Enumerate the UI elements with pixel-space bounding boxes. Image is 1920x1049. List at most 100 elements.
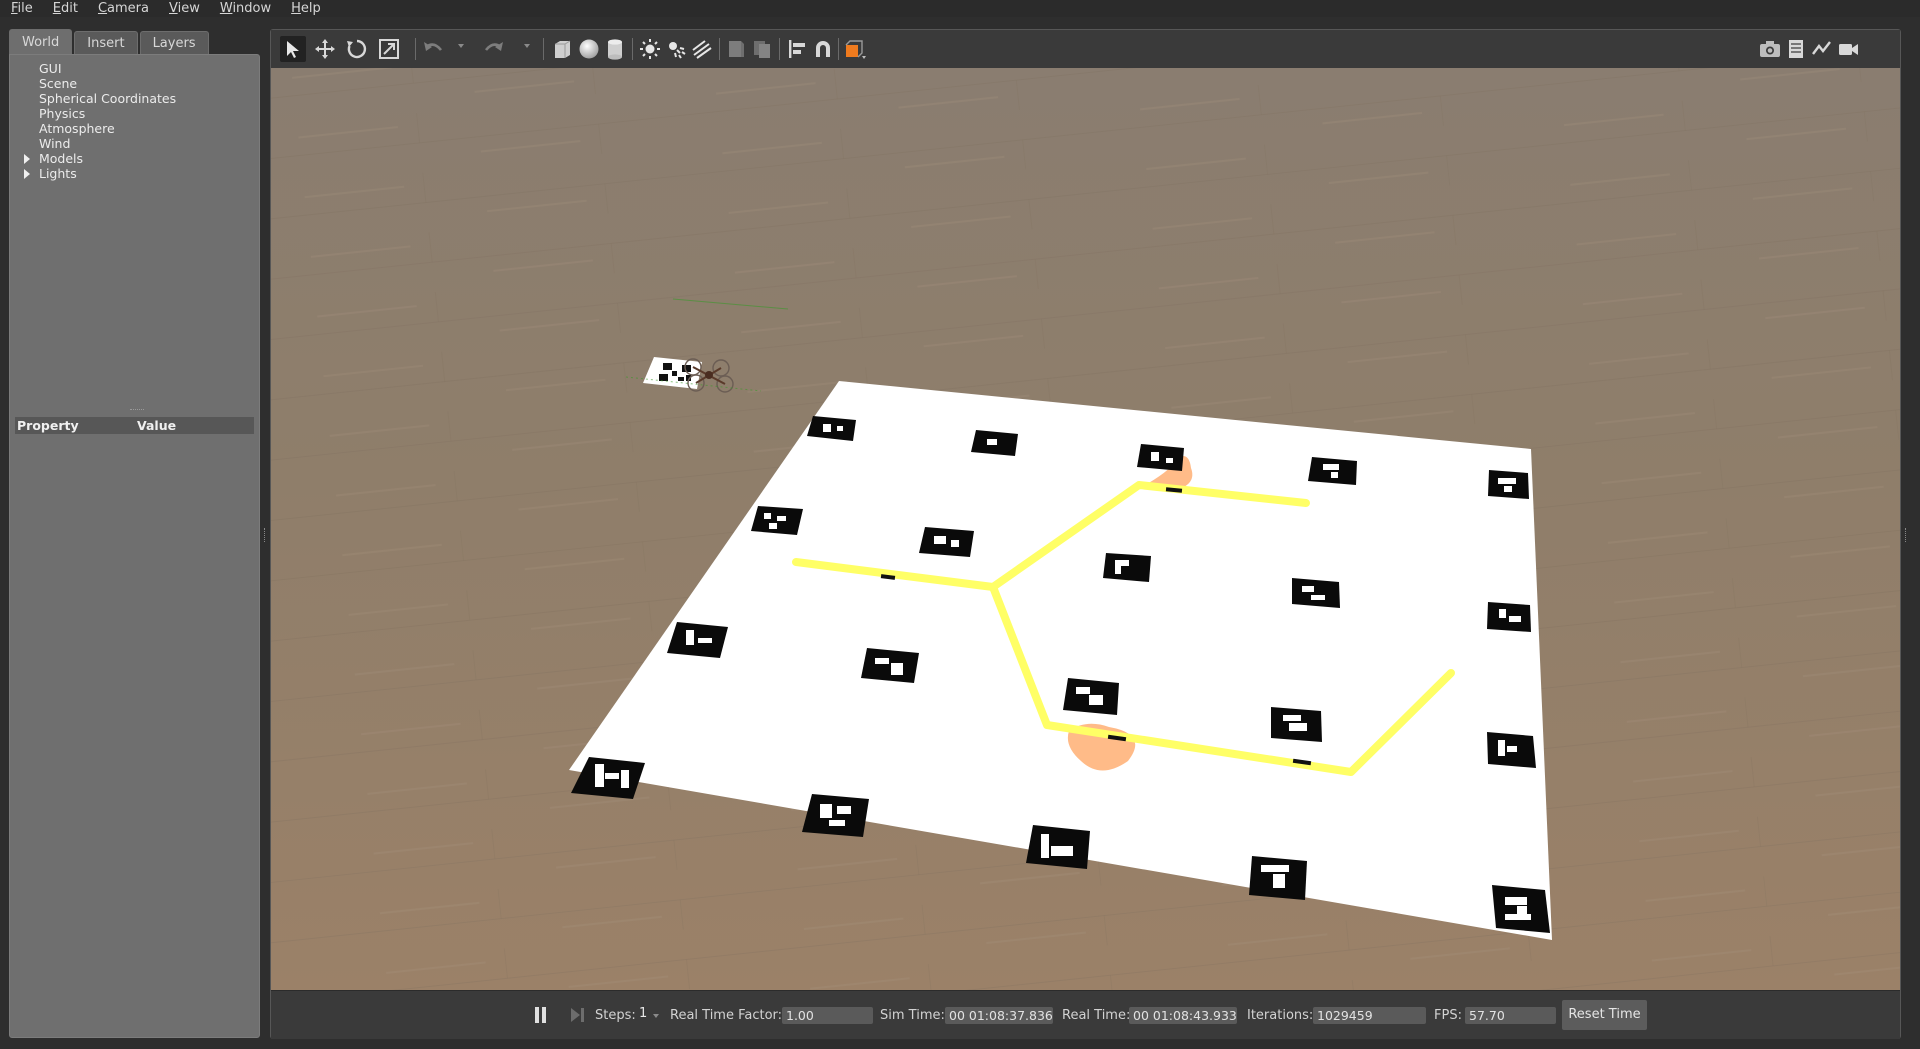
tree-item-label: Physics <box>39 106 86 121</box>
scale-icon[interactable] <box>376 36 402 62</box>
right-splitter-handle[interactable] <box>1905 528 1909 542</box>
sphere-shape-icon[interactable] <box>576 36 602 62</box>
main-render-frame: Steps: 1 Real Time Factor: 1.00 Sim Time… <box>270 29 1901 1039</box>
aruco-marker <box>1271 707 1322 742</box>
aruco-marker <box>667 622 728 658</box>
sim-control-bar: Steps: 1 Real Time Factor: 1.00 Sim Time… <box>271 990 1900 1039</box>
aruco-marker <box>1103 553 1151 582</box>
menu-camera[interactable]: Camera <box>88 0 159 17</box>
view-angle-icon[interactable] <box>842 36 868 62</box>
aruco-marker <box>1292 578 1340 608</box>
align-icon[interactable] <box>784 36 810 62</box>
step-forward-icon[interactable] <box>569 1007 585 1023</box>
tree-item-atmosphere[interactable]: Atmosphere <box>10 121 259 136</box>
left-panel: World Insert Layers GUI Scene Spherical … <box>9 28 260 1038</box>
aruco-marker <box>861 648 919 683</box>
aruco-marker <box>1487 732 1536 768</box>
menu-view[interactable]: View <box>159 0 210 17</box>
scene-render[interactable] <box>271 68 1900 990</box>
reset-time-button[interactable]: Reset Time <box>1562 1000 1647 1030</box>
menu-view-accel: V <box>169 1 178 16</box>
tree-item-wind[interactable]: Wind <box>10 136 259 151</box>
rotate-icon[interactable] <box>344 36 370 62</box>
real-time-label: Real Time: <box>1062 1008 1131 1023</box>
aruco-marker <box>1026 825 1090 869</box>
point-light-icon[interactable] <box>637 36 663 62</box>
menu-camera-accel: C <box>97 1 108 16</box>
aruco-marker <box>1249 856 1307 900</box>
screenshot-camera-icon[interactable] <box>1757 36 1783 62</box>
tab-world[interactable]: World <box>9 29 73 55</box>
aruco-marker <box>1063 678 1119 715</box>
property-column-header: Property <box>17 418 79 433</box>
log-record-icon[interactable] <box>1783 36 1809 62</box>
menu-window-accel: W <box>219 1 233 16</box>
translate-icon[interactable] <box>312 36 338 62</box>
menu-help-accel: H <box>291 1 301 16</box>
copy-icon[interactable] <box>723 36 749 62</box>
plot-icon[interactable] <box>1809 36 1835 62</box>
menu-edit-accel: E <box>52 1 61 16</box>
aruco-marker <box>971 430 1018 456</box>
steps-label: Steps: <box>595 1008 636 1023</box>
sim-time-field: 00 01:08:37.836 <box>945 1007 1053 1024</box>
pause-icon[interactable] <box>533 1007 547 1023</box>
tree-item-physics[interactable]: Physics <box>10 106 259 121</box>
3d-viewport[interactable] <box>271 68 1900 990</box>
iterations-field: 1029459 <box>1313 1007 1426 1024</box>
tab-layers[interactable]: Layers <box>139 31 209 55</box>
cylinder-shape-icon[interactable] <box>602 36 628 62</box>
aruco-marker <box>751 506 803 535</box>
left-panel-tabs: World Insert Layers <box>9 28 211 55</box>
video-record-icon[interactable] <box>1835 36 1861 62</box>
tree-item-label: Lights <box>39 166 77 181</box>
tree-item-models[interactable]: Models <box>10 151 259 166</box>
tree-item-spherical-coordinates[interactable]: Spherical Coordinates <box>10 91 259 106</box>
menu-file-label: ile <box>17 1 33 16</box>
undo-icon[interactable] <box>420 36 446 62</box>
steps-spinner-arrow-icon[interactable] <box>653 1014 659 1018</box>
menu-window[interactable]: Window <box>210 0 281 17</box>
aruco-marker <box>1492 885 1550 933</box>
spot-light-icon[interactable] <box>663 36 689 62</box>
sim-time-label: Sim Time: <box>880 1008 945 1023</box>
tree-item-scene[interactable]: Scene <box>10 76 259 91</box>
box-shape-icon[interactable] <box>549 36 575 62</box>
aruco-marker <box>1137 444 1184 471</box>
aruco-marker <box>1308 457 1357 485</box>
undo-dropdown-icon[interactable] <box>458 44 464 48</box>
tree-item-gui[interactable]: GUI <box>10 61 259 76</box>
menu-help[interactable]: Help <box>281 0 331 17</box>
real-time-factor-label: Real Time Factor: <box>670 1008 783 1023</box>
value-column-header: Value <box>137 418 177 433</box>
menu-help-label: elp <box>300 1 321 16</box>
tree-item-label: Scene <box>39 76 78 91</box>
steps-value[interactable]: 1 <box>639 1006 647 1021</box>
real-time-field: 00 01:08:43.933 <box>1129 1007 1237 1024</box>
toolbar <box>271 30 1900 69</box>
expand-arrow-icon[interactable] <box>24 154 30 164</box>
redo-icon[interactable] <box>481 36 507 62</box>
tree-item-lights[interactable]: Lights <box>10 166 259 181</box>
property-table-header: Property Value <box>15 417 254 434</box>
aruco-marker <box>802 794 869 837</box>
aruco-marker <box>1487 602 1531 632</box>
real-time-factor-field: 1.00 <box>782 1007 873 1024</box>
aruco-marker <box>919 527 974 557</box>
redo-dropdown-icon[interactable] <box>524 44 530 48</box>
tab-insert[interactable]: Insert <box>74 31 138 55</box>
world-tree: GUI Scene Spherical Coordinates Physics … <box>10 61 259 181</box>
fps-label: FPS: <box>1434 1008 1462 1023</box>
tree-item-label: Models <box>39 151 84 166</box>
snap-magnet-icon[interactable] <box>810 36 836 62</box>
select-arrow-icon[interactable] <box>280 36 306 62</box>
menu-file[interactable]: File <box>0 0 43 17</box>
paste-icon[interactable] <box>749 36 775 62</box>
tree-item-label: Spherical Coordinates <box>39 91 177 106</box>
left-splitter-handle[interactable] <box>264 528 268 542</box>
directional-light-icon[interactable] <box>689 36 715 62</box>
world-panel: GUI Scene Spherical Coordinates Physics … <box>9 54 260 1038</box>
panel-splitter-handle[interactable] <box>130 409 144 413</box>
expand-arrow-icon[interactable] <box>24 169 30 179</box>
menu-edit[interactable]: Edit <box>43 0 88 17</box>
